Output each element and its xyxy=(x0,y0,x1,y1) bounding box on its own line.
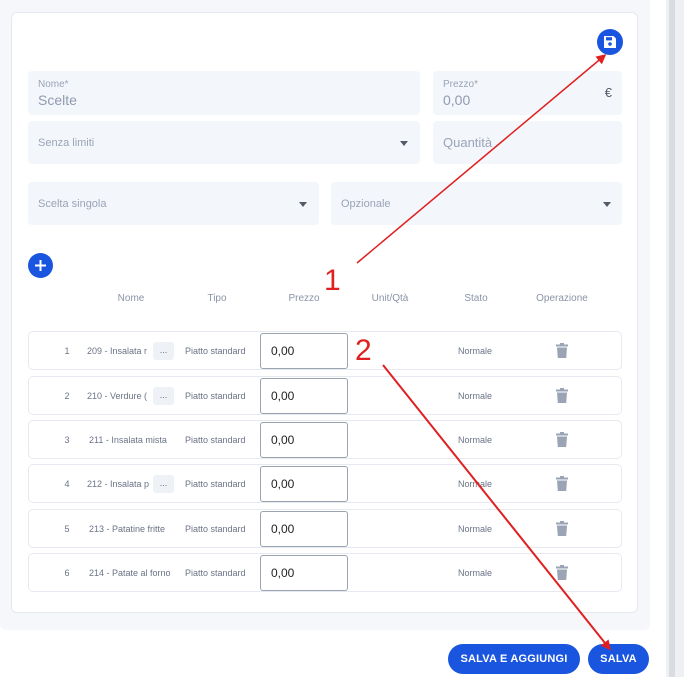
row-name: 210 - Verdure ( xyxy=(87,391,148,401)
row-name: 212 - Insalata p xyxy=(87,479,150,489)
row-number: 2 xyxy=(64,391,70,401)
chevron-down-icon xyxy=(603,202,611,207)
chevron-down-icon xyxy=(299,202,307,207)
row-name: 214 - Patate al forno xyxy=(89,568,171,578)
plus-icon xyxy=(35,260,46,271)
prezzo-label: Prezzo* xyxy=(443,79,479,90)
prezzo-value: 0,00 xyxy=(443,92,471,108)
row-price-input[interactable] xyxy=(260,333,348,369)
row-number: 4 xyxy=(64,479,70,489)
header-prezzo: Prezzo xyxy=(288,293,320,304)
row-stato: Normale xyxy=(458,479,493,489)
table-row: 4 212 - Insalata p... Piatto standard Norma… xyxy=(28,464,622,503)
save-button[interactable]: SALVA xyxy=(588,644,649,674)
scelta-select[interactable]: Scelta singola xyxy=(28,182,319,225)
limiti-select[interactable]: Senza limiti xyxy=(28,121,420,164)
trash-icon[interactable] xyxy=(556,521,568,536)
row-stato: Normale xyxy=(458,568,493,578)
trash-icon[interactable] xyxy=(556,343,568,358)
table-row: 1 209 - Insalata r... Piatto standard Norma… xyxy=(28,331,622,370)
chevron-down-icon xyxy=(400,141,408,146)
add-item-button[interactable] xyxy=(28,253,53,278)
page: Nome* Scelte Prezzo* 0,00 € Senza limiti… xyxy=(0,0,684,677)
row-stato: Normale xyxy=(458,524,493,534)
scrollbar-thumb[interactable] xyxy=(669,0,675,677)
scrollbar[interactable] xyxy=(666,0,684,677)
row-number: 5 xyxy=(64,524,70,534)
row-tipo: Piatto standard xyxy=(185,346,246,356)
save-and-add-button[interactable]: SALVA E AGGIUNGI xyxy=(448,644,580,674)
save-icon-button[interactable] xyxy=(597,29,623,55)
header-unit-qta: Unit/Qtà xyxy=(371,293,409,304)
row-price-input[interactable] xyxy=(260,422,348,458)
euro-suffix: € xyxy=(604,85,612,100)
name-more-button[interactable]: ... xyxy=(153,387,174,405)
header-nome: Nome xyxy=(117,293,145,304)
row-price-input[interactable] xyxy=(260,511,348,547)
row-stato: Normale xyxy=(458,346,493,356)
row-name: 209 - Insalata r xyxy=(87,346,148,356)
row-number: 3 xyxy=(64,435,70,445)
annotation-label-2: 2 xyxy=(355,334,372,367)
row-tipo: Piatto standard xyxy=(185,479,246,489)
nome-field[interactable]: Nome* Scelte xyxy=(28,71,420,115)
name-more-button[interactable]: ... xyxy=(153,475,174,493)
quantita-placeholder: Quantità xyxy=(443,135,493,150)
prezzo-field[interactable]: Prezzo* 0,00 € xyxy=(433,71,622,115)
row-number: 1 xyxy=(64,346,70,356)
limiti-placeholder: Senza limiti xyxy=(38,137,95,149)
row-number: 6 xyxy=(64,568,70,578)
table-row: 2 210 - Verdure (... Piatto standard Normal… xyxy=(28,376,622,415)
floppy-disk-icon xyxy=(604,36,616,48)
trash-icon[interactable] xyxy=(556,476,568,491)
row-name: 211 - Insalata mista xyxy=(89,435,167,445)
row-tipo: Piatto standard xyxy=(185,391,246,401)
nome-value: Scelte xyxy=(38,92,77,108)
row-price-input[interactable] xyxy=(260,466,348,502)
header-operazione: Operazione xyxy=(536,293,588,304)
scelta-placeholder: Scelta singola xyxy=(38,198,107,210)
trash-icon[interactable] xyxy=(556,565,568,580)
row-tipo: Piatto standard xyxy=(185,568,246,578)
table-row: 6 214 - Patate al forno Piatto standard Nor… xyxy=(28,553,622,592)
trash-icon[interactable] xyxy=(556,388,568,403)
row-tipo: Piatto standard xyxy=(185,524,246,534)
name-more-button[interactable]: ... xyxy=(153,342,174,360)
quantita-field[interactable]: Quantità xyxy=(433,121,622,164)
row-stato: Normale xyxy=(458,435,493,445)
annotation-label-1: 1 xyxy=(324,264,341,297)
header-stato: Stato xyxy=(464,293,488,304)
row-name: 213 - Patatine fritte xyxy=(89,524,166,534)
opzionale-select[interactable]: Opzionale xyxy=(331,182,622,225)
row-price-input[interactable] xyxy=(260,555,348,591)
row-tipo: Piatto standard xyxy=(185,435,246,445)
row-price-input[interactable] xyxy=(260,378,348,414)
opzionale-placeholder: Opzionale xyxy=(341,198,391,210)
trash-icon[interactable] xyxy=(556,432,568,447)
header-tipo: Tipo xyxy=(207,293,227,304)
nome-label: Nome* xyxy=(38,79,69,90)
table-row: 3 211 - Insalata mista Piatto standard Norm… xyxy=(28,420,622,459)
table-row: 5 213 - Patatine fritte Piatto standard Nor… xyxy=(28,509,622,548)
row-stato: Normale xyxy=(458,391,493,401)
